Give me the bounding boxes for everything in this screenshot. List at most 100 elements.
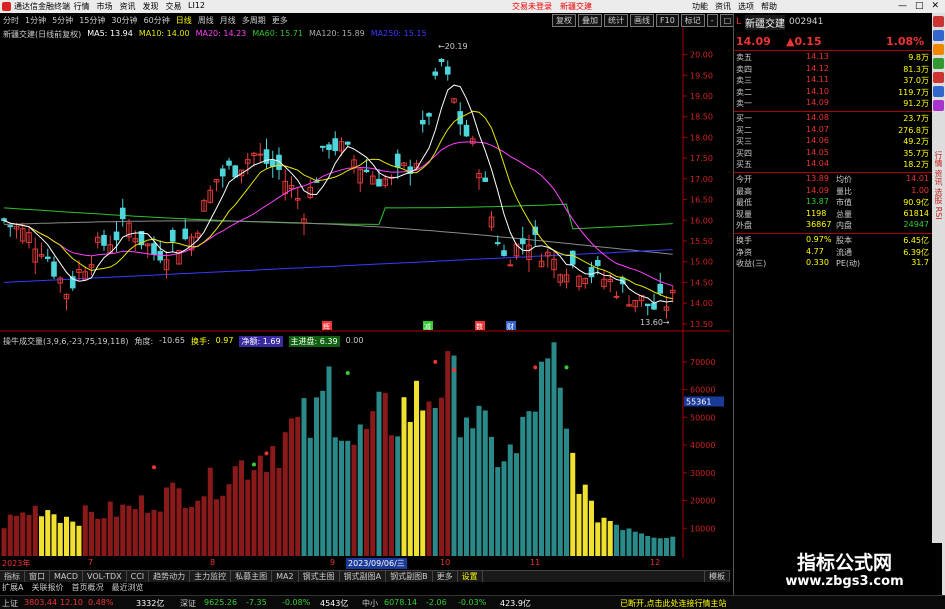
price-tick-label: 16.50 xyxy=(690,196,713,205)
sidebar-rsi-icon[interactable] xyxy=(933,58,944,69)
volume-bar xyxy=(7,514,13,556)
tab-steel-sub-a[interactable]: 钢式副图A xyxy=(340,571,387,582)
sidebar-pick-icon[interactable] xyxy=(933,44,944,55)
candle-body xyxy=(594,259,601,266)
stat-row: 外盘 36867 内盘 24947 xyxy=(736,220,931,231)
ma120-label: MA120: 15.89 xyxy=(308,29,365,38)
tab-private-main[interactable]: 私募主图 xyxy=(231,571,273,582)
tab-ma2[interactable]: MA2 xyxy=(272,571,299,582)
extension-bar: 扩展A 关联报价 首页概况 最近浏览 xyxy=(0,582,730,593)
tab-vol-tdx[interactable]: VOL-TDX xyxy=(83,571,127,582)
sidebar-more-icon[interactable] xyxy=(933,100,944,111)
vol-tick-label: 50000 xyxy=(690,413,715,422)
date-month-8: 8 xyxy=(210,558,216,567)
ask-price: 14.13 xyxy=(806,52,829,61)
sz-index: 9625.26 xyxy=(204,598,238,607)
price-tick-label: 17.00 xyxy=(690,175,713,184)
menu-help[interactable]: 帮助 xyxy=(761,0,777,13)
volume-bar xyxy=(289,418,294,556)
tab-main-monitor[interactable]: 主力监控 xyxy=(190,571,232,582)
volume-bar xyxy=(145,512,151,556)
tab-more[interactable]: 更多 xyxy=(433,571,458,582)
turnover-value: 0.97 xyxy=(215,336,234,345)
sidebar-tool-icon[interactable] xyxy=(933,72,944,83)
volume-bar xyxy=(76,525,82,556)
ma20-label: MA20: 14.23 xyxy=(195,29,247,38)
signal-dot xyxy=(345,370,350,375)
connection-status[interactable]: 已断开,点击此处连接行情主站 xyxy=(620,598,727,609)
tab-trend-power[interactable]: 趋势动力 xyxy=(149,571,191,582)
date-month-11: 11 xyxy=(530,558,541,567)
vol-tick-label: 60000 xyxy=(690,386,715,395)
sidebar-chart-icon[interactable] xyxy=(933,86,944,97)
volume-bar xyxy=(414,380,419,556)
exten-a[interactable]: 扩展A xyxy=(2,582,23,593)
stat-label: 量比 xyxy=(836,186,852,196)
candle-body xyxy=(519,238,526,245)
tab-steel-sub-b[interactable]: 钢式副图B xyxy=(386,571,433,582)
stat-row: 最高 14.09 量比 1.00 xyxy=(736,186,931,197)
indicator-name[interactable]: 操牛成交量(3,9,6,-23,75,19,118) xyxy=(3,336,128,347)
maximize-icon[interactable]: □ xyxy=(915,0,924,13)
ask-volume: 119.7万 xyxy=(898,87,929,97)
vol-current-label: 55361 xyxy=(686,397,711,406)
volume-bar xyxy=(232,466,238,556)
candle-body xyxy=(151,243,157,256)
bid-price: 14.08 xyxy=(806,113,829,122)
candle-body xyxy=(494,242,501,245)
candle-body xyxy=(363,169,370,173)
stat-value: 1198 xyxy=(806,208,827,218)
stat-row: 收益(三) 0.330 PE(动) 31.7 xyxy=(736,258,931,269)
stat-value: 14.01 xyxy=(906,174,929,183)
tab-window[interactable]: 窗口 xyxy=(25,571,50,582)
ask-row: 卖五 14.13 9.8万 xyxy=(736,52,931,63)
sidebar-label-hq[interactable]: 行情 xyxy=(934,151,943,167)
exten-overview[interactable]: 首页概况 xyxy=(71,582,103,593)
sh-label: 上证 xyxy=(2,599,18,608)
ma10-line xyxy=(3,110,673,300)
sidebar-hq-icon[interactable] xyxy=(933,16,944,27)
sidebar-news-icon[interactable] xyxy=(933,30,944,41)
bid-price: 14.04 xyxy=(806,159,829,169)
stat-row: 最低 13.87 市值 90.9亿 xyxy=(736,197,931,208)
vol-tick-label: 40000 xyxy=(690,441,715,450)
stat-value: 13.89 xyxy=(806,174,829,183)
exten-recent[interactable]: 最近浏览 xyxy=(111,582,143,593)
volume-bar xyxy=(320,390,326,556)
sidebar-label-pick[interactable]: 选股 xyxy=(934,188,943,204)
tab-macd[interactable]: MACD xyxy=(50,571,83,582)
tab-template[interactable]: 模板 xyxy=(704,571,730,582)
stat-value: 13.87 xyxy=(806,197,829,207)
candle-body xyxy=(419,119,426,125)
volume-bar xyxy=(45,510,51,556)
volume-bar xyxy=(570,452,576,556)
close-icon[interactable]: ✕ xyxy=(932,0,940,13)
zx-amount: 423.9亿 xyxy=(500,599,531,608)
minimize-icon[interactable]: — xyxy=(898,0,907,13)
zx-change: -2.06 xyxy=(426,598,447,607)
tab-indicator[interactable]: 指标 xyxy=(0,571,25,582)
price-tick-label: 18.50 xyxy=(690,113,713,122)
sidebar-label-news[interactable]: 资讯 xyxy=(934,170,943,186)
stat-value: 61814 xyxy=(903,208,929,218)
tab-settings[interactable]: 设置 xyxy=(458,571,483,582)
angle-value: -10.65 xyxy=(159,336,185,345)
candle-body xyxy=(482,177,489,182)
price-tick-label: 19.00 xyxy=(690,92,713,101)
exten-related-quote[interactable]: 关联报价 xyxy=(31,582,63,593)
turnover-label: 换手: xyxy=(190,337,210,346)
price-tick-label: 13.50 xyxy=(690,320,713,329)
stat-label: 净资 xyxy=(736,247,752,257)
quote-stock-name[interactable]: 新疆交建 xyxy=(745,14,786,30)
candlestick-chart[interactable]: 20.00 19.50 19.00 18.50 18.00 17.50 17.00 16.50… xyxy=(0,0,730,570)
ma-legend: 新疆交建(日线前复权) MA5: 13.94 MA10: 14.00 MA20:… xyxy=(3,29,427,40)
volume-bar xyxy=(545,358,551,556)
stat-value: 6.39亿 xyxy=(903,247,929,257)
tab-cci[interactable]: CCI xyxy=(127,571,150,582)
bid-row: 买三 14.06 49.2万 xyxy=(736,136,931,147)
watermark-url: www.zbgs3.com xyxy=(785,574,904,589)
sidebar-label-rsi[interactable]: RSI xyxy=(934,207,943,220)
menu-options[interactable]: 选项 xyxy=(738,0,754,13)
tab-steel-main[interactable]: 钢式主图 xyxy=(299,571,340,582)
stat-label: 最低 xyxy=(736,198,752,208)
